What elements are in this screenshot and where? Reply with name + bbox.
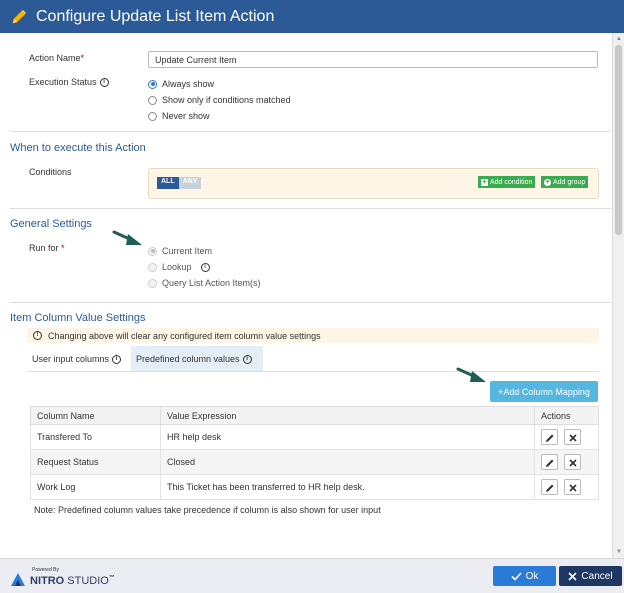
row-column-name: Request Status <box>30 449 161 475</box>
action-name-label: Action Name* <box>29 53 85 63</box>
table-row: Transfered To HR help desk <box>30 424 599 450</box>
check-icon <box>511 571 522 581</box>
add-condition-button[interactable]: + Add condition <box>478 176 536 188</box>
arrow-icon <box>456 367 486 382</box>
when-section-title: When to execute this Action <box>10 142 146 154</box>
info-icon[interactable]: i <box>99 78 109 88</box>
toggle-all[interactable]: ALL <box>157 177 179 189</box>
table-row: Request Status Closed <box>30 449 599 475</box>
delete-icon <box>568 434 577 442</box>
brand-name: NITRO <box>30 575 65 587</box>
precedence-note: Note: Predefined column values take prec… <box>34 505 381 515</box>
scrollbar-thumb[interactable] <box>615 45 622 235</box>
column-header-value: Value Expression <box>160 406 535 425</box>
window-title: Configure Update List Item Action <box>36 7 275 25</box>
edit-icon <box>546 459 554 467</box>
run-for-option-lookup[interactable]: Lookup i <box>148 262 210 272</box>
tab-predefined-column-values[interactable]: Predefined column values i <box>131 346 263 372</box>
divider <box>10 302 611 303</box>
radio[interactable] <box>148 262 157 272</box>
conditions-box: ALL ANY + Add condition + Add group <box>148 168 599 199</box>
delete-button[interactable] <box>563 454 581 470</box>
nitro-logo-icon <box>11 573 25 586</box>
powered-by-label: Powered By <box>32 567 59 573</box>
close-icon <box>568 571 577 581</box>
divider <box>10 208 611 209</box>
vertical-scrollbar[interactable]: ▲ ▼ <box>612 33 624 558</box>
delete-button[interactable] <box>563 479 581 495</box>
arrow-icon <box>112 230 142 245</box>
tab-user-input-columns[interactable]: User input columns i <box>27 346 126 372</box>
row-value-expression: This Ticket has been transferred to HR h… <box>160 474 535 500</box>
row-column-name: Transfered To <box>30 424 161 450</box>
pencil-icon <box>12 9 26 24</box>
delete-icon <box>568 459 577 467</box>
item-column-section-title: Item Column Value Settings <box>10 312 146 324</box>
toggle-any[interactable]: ANY <box>178 177 202 189</box>
table-row: Work Log This Ticket has been transferre… <box>30 474 599 500</box>
title-bar: Configure Update List Item Action <box>0 0 624 33</box>
row-value-expression: Closed <box>160 449 535 475</box>
delete-button[interactable] <box>563 429 581 445</box>
radio[interactable] <box>148 278 157 288</box>
add-column-mapping-button[interactable]: + Add Column Mapping <box>490 381 598 402</box>
nitro-logo: Powered By NITRO STUDIO™ <box>10 567 115 587</box>
radio-selected[interactable] <box>148 246 157 256</box>
info-icon[interactable]: i <box>200 262 210 272</box>
cancel-button[interactable]: Cancel <box>559 566 622 586</box>
info-icon[interactable]: i <box>242 354 252 364</box>
radio-selected[interactable] <box>148 79 157 89</box>
table-header-row: Column Name Value Expression Actions <box>30 406 599 425</box>
row-actions <box>534 424 599 450</box>
edit-icon <box>546 434 554 442</box>
plus-icon: + <box>481 178 488 186</box>
all-any-toggle[interactable]: ALL ANY <box>157 177 202 189</box>
scroll-down-icon[interactable]: ▼ <box>616 549 622 555</box>
tabs-underline <box>27 371 599 372</box>
edit-button[interactable] <box>541 454 558 470</box>
column-mapping-table: Column Name Value Expression Actions Tra… <box>30 406 599 500</box>
execution-option-never[interactable]: Never show <box>148 111 210 121</box>
row-value-expression: HR help desk <box>160 424 535 450</box>
row-actions <box>534 474 599 500</box>
delete-icon <box>568 484 577 492</box>
column-header-name: Column Name <box>30 406 161 425</box>
scroll-up-icon[interactable]: ▲ <box>616 36 622 42</box>
execution-status-label: Execution Status i <box>29 77 109 88</box>
row-actions <box>534 449 599 475</box>
execution-option-always[interactable]: Always show <box>148 79 214 89</box>
radio[interactable] <box>148 95 157 105</box>
conditions-label: Conditions <box>29 167 72 177</box>
divider <box>10 131 611 132</box>
run-for-option-query[interactable]: Query List Action Item(s) <box>148 278 261 288</box>
ok-button[interactable]: Ok <box>493 566 556 586</box>
radio[interactable] <box>148 111 157 121</box>
action-name-input[interactable] <box>148 51 598 68</box>
brand-suffix: STUDIO <box>67 575 109 587</box>
run-for-label: Run for * <box>29 243 65 253</box>
execution-option-conditions[interactable]: Show only if conditions matched <box>148 95 291 105</box>
add-group-button[interactable]: + Add group <box>541 176 589 188</box>
trademark: ™ <box>108 575 115 581</box>
run-for-option-current[interactable]: Current Item <box>148 246 212 256</box>
warning-banner: ! Changing above will clear any configur… <box>27 328 599 343</box>
general-section-title: General Settings <box>10 218 92 230</box>
column-header-actions: Actions <box>534 406 599 425</box>
plus-icon: + <box>544 178 551 186</box>
dialog-footer: Powered By NITRO STUDIO™ Ok Cancel <box>0 558 624 593</box>
info-icon: ! <box>33 331 42 340</box>
info-icon[interactable]: i <box>112 354 122 364</box>
edit-button[interactable] <box>541 429 558 445</box>
row-column-name: Work Log <box>30 474 161 500</box>
dialog-content: Action Name* Execution Statusi Always sh… <box>0 33 612 558</box>
edit-button[interactable] <box>541 479 558 495</box>
edit-icon <box>546 484 554 492</box>
